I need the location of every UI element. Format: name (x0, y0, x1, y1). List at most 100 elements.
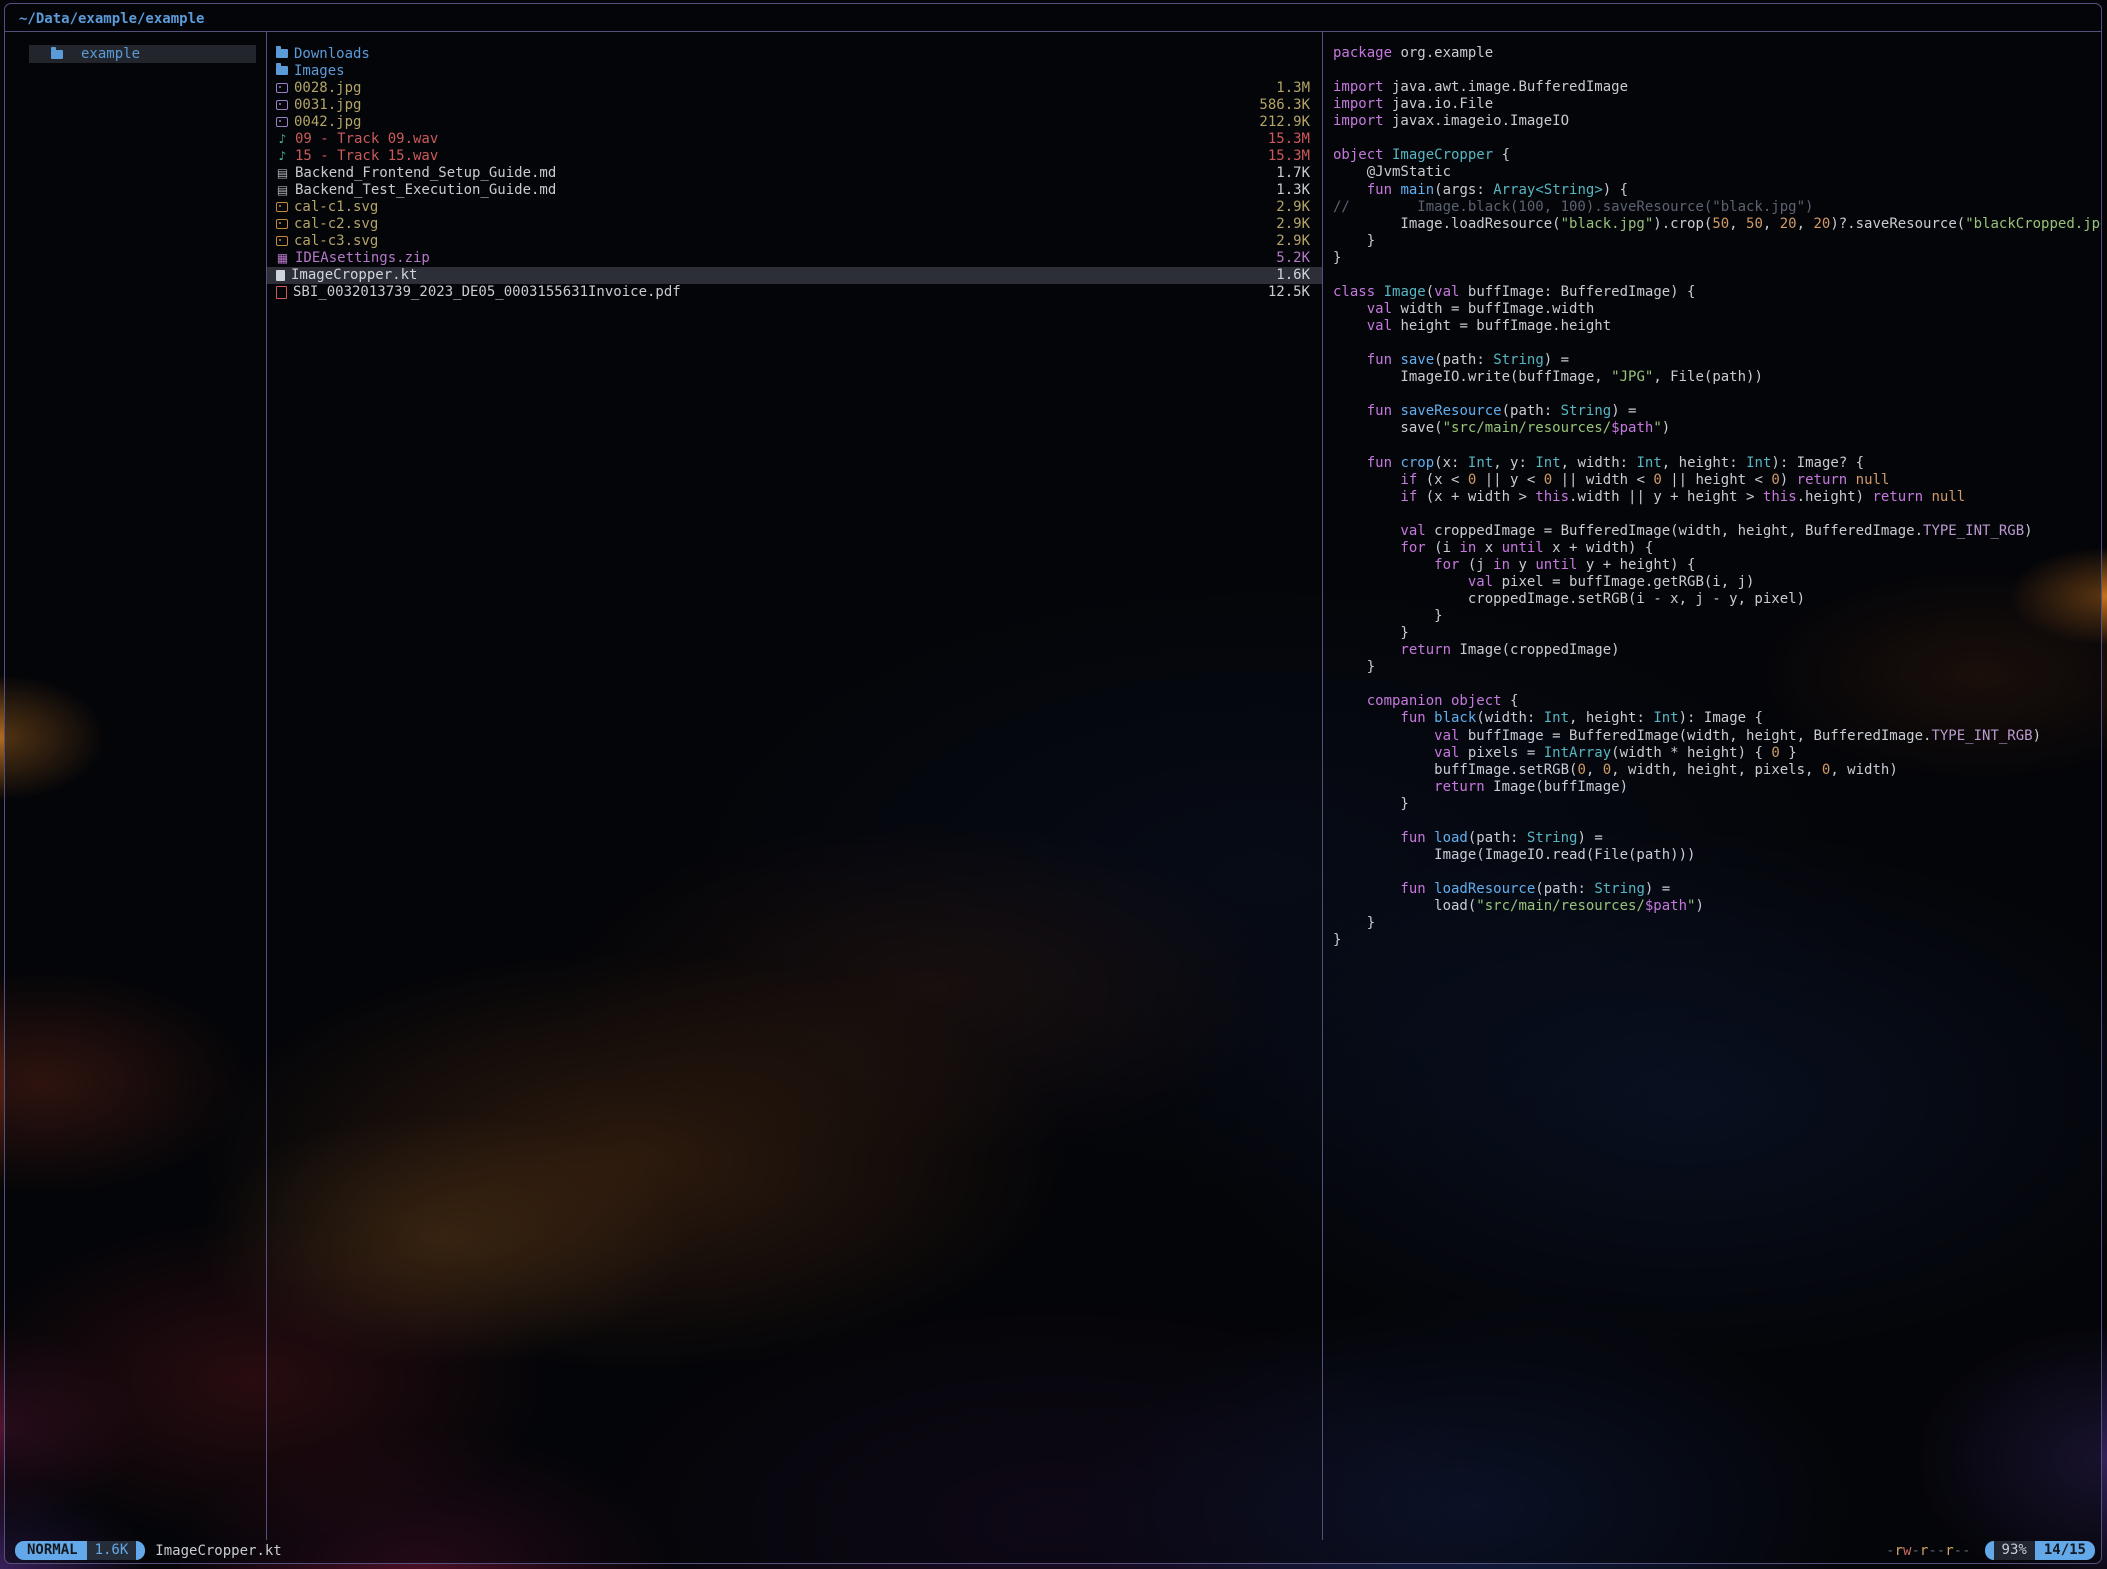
code-line: return Image(buffImage) (1333, 779, 2101, 796)
file-row[interactable]: 0028.jpg1.3M (267, 79, 1322, 96)
cwd-path: ~/Data/example/example (19, 8, 204, 30)
preview-pane[interactable]: package org.example import java.awt.image… (1323, 32, 2101, 1540)
file-row[interactable]: ▤ Backend_Frontend_Setup_Guide.md 1.7K (267, 164, 1322, 181)
file-size: 2.9K (1276, 233, 1310, 249)
file-row[interactable]: cal-c3.svg 2.9K (267, 233, 1322, 250)
code-line: } (1333, 233, 2101, 250)
file-size: 12.5K (1268, 284, 1310, 300)
code-line (1333, 813, 2101, 830)
panes-container: example DownloadsImages0028.jpg1.3M0031.… (5, 31, 2101, 1540)
code-line (1333, 267, 2101, 284)
cursor-position: 14/15 (2035, 1541, 2095, 1560)
code-line (1333, 506, 2101, 523)
mode-badge: NORMAL (15, 1541, 87, 1560)
folder-icon (51, 50, 63, 59)
code-line: object ImageCropper { (1333, 147, 2101, 164)
code-line: import java.io.File (1333, 96, 2101, 113)
code-line: if (x < 0 || y < 0 || width < 0 || heigh… (1333, 472, 2101, 489)
code-line: fun main(args: Array<String>) { (1333, 182, 2101, 199)
code-line (1333, 386, 2101, 403)
code-line: class Image(val buffImage: BufferedImage… (1333, 284, 2101, 301)
parent-dir-item[interactable]: example (29, 45, 256, 63)
markdown-icon: ▤ (276, 167, 289, 179)
code-line: package org.example (1333, 45, 2101, 62)
code-line: croppedImage.setRGB(i - x, j - y, pixel) (1333, 591, 2101, 608)
markdown-icon: ▤ (276, 184, 289, 196)
file-size: 15.3M (1268, 148, 1310, 164)
parent-dir-label: example (81, 46, 140, 62)
code-line (1333, 676, 2101, 693)
code-line (1333, 437, 2101, 454)
pill-cap-icon (136, 1541, 145, 1560)
file-size: 5.2K (1276, 250, 1310, 266)
file-size: 1.3K (1276, 182, 1310, 198)
code-line: } (1333, 250, 2101, 267)
code-line: load("src/main/resources/$path") (1333, 898, 2101, 915)
code-line: save("src/main/resources/$path") (1333, 420, 2101, 437)
code-line: } (1333, 659, 2101, 676)
code-line: val height = buffImage.height (1333, 318, 2101, 335)
code-line: Image.loadResource("black.jpg").crop(50,… (1333, 216, 2101, 233)
code-line: fun load(path: String) = (1333, 830, 2101, 847)
file-row[interactable]: SBI_0032013739_2023_DE05_0003155631Invoi… (267, 284, 1322, 301)
code-line: } (1333, 625, 2101, 642)
file-row[interactable]: ♪09 - Track 09.wav15.3M (267, 130, 1322, 147)
file-row[interactable]: cal-c1.svg2.9K (267, 199, 1322, 216)
code-line: val width = buffImage.width (1333, 301, 2101, 318)
file-name: 09 - Track 09.wav (295, 131, 438, 147)
code-line: for (i in x until x + width) { (1333, 540, 2101, 557)
screen: ~/Data/example/example example Downloads… (0, 0, 2107, 1569)
code-line: return Image(croppedImage) (1333, 642, 2101, 659)
file-size: 1.7K (1276, 165, 1310, 181)
file-row[interactable]: ▤ Backend_Test_Execution_Guide.md 1.3K (267, 182, 1322, 199)
code-line: import javax.imageio.ImageIO (1333, 113, 2101, 130)
code-line (1333, 335, 2101, 352)
file-name: Backend_Test_Execution_Guide.md (295, 182, 556, 198)
file-row[interactable]: ImageCropper.kt1.6K (267, 267, 1322, 284)
file-size: 586.3K (1259, 97, 1310, 113)
file-row[interactable]: Images (267, 62, 1322, 79)
file-row[interactable]: 0031.jpg 586.3K (267, 96, 1322, 113)
file-row[interactable]: 0042.jpg212.9K (267, 113, 1322, 130)
pdf-icon (276, 286, 287, 299)
code-line: Image(ImageIO.read(File(path))) (1333, 847, 2101, 864)
code-line: val buffImage = BufferedImage(width, hei… (1333, 728, 2101, 745)
file-name: cal-c3.svg (294, 233, 378, 249)
code-line: fun save(path: String) = (1333, 352, 2101, 369)
audio-icon: ♪ (276, 133, 289, 145)
code-line: fun saveResource(path: String) = (1333, 403, 2101, 420)
status-bar: NORMAL 1.6K ImageCropper.kt -rw-r--r-- 9… (15, 1541, 2095, 1560)
image-icon (276, 219, 288, 229)
mode-pill: NORMAL 1.6K (15, 1541, 145, 1560)
file-size: 1.3M (1276, 80, 1310, 96)
code-line: val pixels = IntArray(width * height) { … (1333, 745, 2101, 762)
folder-download-icon (276, 49, 288, 58)
scroll-percent: 93% (1994, 1541, 2035, 1560)
file-name: ImageCropper.kt (291, 267, 417, 283)
code-line: } (1333, 608, 2101, 625)
file-row[interactable]: Downloads (267, 45, 1322, 62)
parent-pane: example (5, 32, 267, 1540)
file-row[interactable]: ♪15 - Track 15.wav15.3M (267, 147, 1322, 164)
file-row[interactable]: ▦IDEAsettings.zip5.2K (267, 250, 1322, 267)
image-icon (276, 83, 288, 93)
file-list: DownloadsImages0028.jpg1.3M0031.jpg 586.3… (267, 45, 1322, 301)
file-name: 0042.jpg (294, 114, 361, 130)
code-line: for (j in y until y + height) { (1333, 557, 2101, 574)
file-permissions: -rw-r--r-- (1886, 1543, 1970, 1559)
code-line (1333, 864, 2101, 881)
file-name: Backend_Frontend_Setup_Guide.md (295, 165, 556, 181)
image-icon (276, 236, 288, 246)
code-line: @JvmStatic (1333, 164, 2101, 181)
file-name: 0031.jpg (294, 97, 361, 113)
folder-icon (276, 66, 288, 75)
file-name: cal-c1.svg (294, 199, 378, 215)
code-line: fun loadResource(path: String) = (1333, 881, 2101, 898)
code-line: val pixel = buffImage.getRGB(i, j) (1333, 574, 2101, 591)
code-line (1333, 130, 2101, 147)
code-line: import java.awt.image.BufferedImage (1333, 79, 2101, 96)
image-icon (276, 117, 288, 127)
file-row[interactable]: cal-c2.svg2.9K (267, 216, 1322, 233)
statusbar-filename: ImageCropper.kt (155, 1543, 281, 1559)
code-line: buffImage.setRGB(0, 0, width, height, pi… (1333, 762, 2101, 779)
